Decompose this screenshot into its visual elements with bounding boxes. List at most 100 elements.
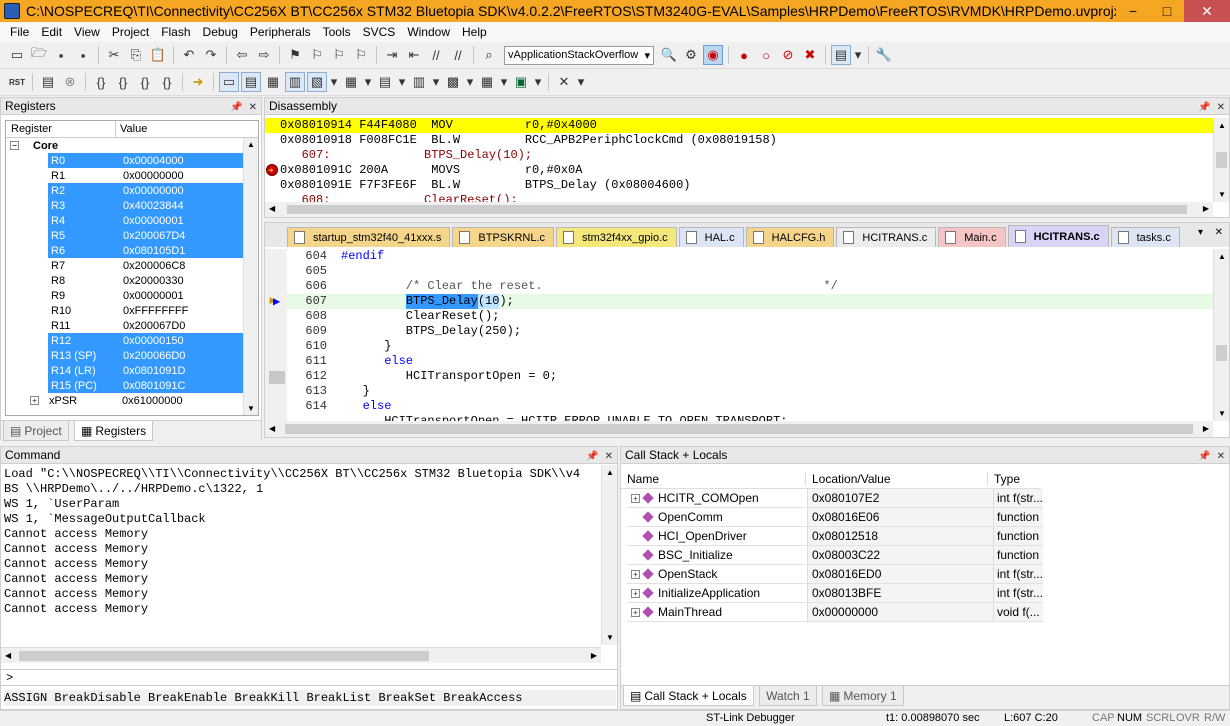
- command-hscrollbar[interactable]: ◀ ▶: [1, 647, 601, 663]
- pin-icon[interactable]: 📌: [230, 102, 242, 113]
- editor-vscrollbar[interactable]: ▲ ▼: [1213, 249, 1229, 421]
- register-row[interactable]: R2 0x00000000: [6, 183, 244, 198]
- register-value[interactable]: 0x00000000: [120, 183, 244, 198]
- menu-edit[interactable]: Edit: [35, 25, 68, 39]
- chevron-down-icon[interactable]: ▾: [329, 72, 339, 92]
- unindent-icon[interactable]: ⇤: [404, 45, 424, 65]
- close-icon[interactable]: ✕: [249, 102, 257, 113]
- system-viewer-icon[interactable]: ▣: [511, 72, 531, 92]
- disasm-line[interactable]: 0x0801091C 200A MOVS r0,#0x0A: [265, 163, 1213, 178]
- step-over-icon[interactable]: {}: [113, 72, 133, 92]
- expand-icon[interactable]: +: [631, 569, 640, 579]
- bookmark-clear-icon[interactable]: ⚐: [351, 45, 371, 65]
- callstack-function-name[interactable]: BSC_Initialize: [658, 548, 733, 562]
- column-name[interactable]: Name: [621, 472, 805, 486]
- callstack-row[interactable]: OpenComm 0x08016E06 function: [627, 508, 1043, 527]
- register-value[interactable]: 0x00000001: [120, 288, 244, 303]
- callstack-function-name[interactable]: OpenStack: [658, 567, 717, 581]
- menu-tools[interactable]: Tools: [317, 25, 357, 39]
- show-next-statement-icon[interactable]: ➜: [188, 72, 208, 92]
- tab-memory-1[interactable]: ▦ Memory 1: [822, 686, 904, 706]
- register-name[interactable]: R12: [48, 333, 120, 348]
- callstack-row[interactable]: HCI_OpenDriver 0x08012518 function: [627, 527, 1043, 546]
- callstack-function-name[interactable]: InitializeApplication: [658, 586, 760, 600]
- redo-icon[interactable]: ↷: [201, 45, 221, 65]
- disasm-line[interactable]: 0x0801091E F7F3FE6F BL.W BTPS_Delay (0x0…: [265, 178, 1213, 193]
- paste-icon[interactable]: 📋: [148, 45, 168, 65]
- save-all-icon[interactable]: ▪: [73, 45, 93, 65]
- incremental-find-icon[interactable]: ⚙: [681, 45, 701, 65]
- debug-session-icon[interactable]: ◉: [703, 45, 723, 65]
- editor-tab[interactable]: Main.c: [938, 227, 1006, 247]
- callstack-row[interactable]: + HCITR_COMOpen 0x080107E2 int f(str...: [627, 489, 1043, 508]
- register-name[interactable]: R5: [48, 228, 120, 243]
- new-file-icon[interactable]: ▭: [7, 45, 27, 65]
- disassembly-view[interactable]: 0x08010914 F44F4080 MOV r0,#0x4000 0x080…: [265, 118, 1213, 202]
- callstack-function-name[interactable]: HCI_OpenDriver: [658, 529, 747, 543]
- callstack-row[interactable]: BSC_Initialize 0x08003C22 function: [627, 546, 1043, 565]
- close-icon[interactable]: ✕: [605, 451, 613, 462]
- register-row[interactable]: R14 (LR) 0x0801091D: [6, 363, 244, 378]
- column-type[interactable]: Type: [987, 471, 1041, 486]
- serial-window-icon[interactable]: ▥: [409, 72, 429, 92]
- step-into-icon[interactable]: {}: [91, 72, 111, 92]
- menu-debug[interactable]: Debug: [197, 25, 244, 39]
- register-row[interactable]: R9 0x00000001: [6, 288, 244, 303]
- watch-window-icon[interactable]: ▦: [341, 72, 361, 92]
- registers-window-icon[interactable]: ▥: [285, 72, 305, 92]
- register-row[interactable]: R11 0x200067D0: [6, 318, 244, 333]
- editor-tab[interactable]: BTPSKRNL.c: [452, 227, 555, 247]
- pin-icon[interactable]: 📌: [1198, 451, 1210, 462]
- callstack-function-name[interactable]: HCITR_COMOpen: [658, 491, 759, 505]
- code-line[interactable]: 612 HCITransportOpen = 0;: [287, 369, 1213, 384]
- code-line[interactable]: 607 BTPS_Delay (10);: [287, 294, 1213, 309]
- bookmark-prev-icon[interactable]: ⚐: [307, 45, 327, 65]
- chevron-down-icon[interactable]: ▾: [363, 72, 373, 92]
- insert-breakpoint-icon[interactable]: ●: [734, 45, 754, 65]
- save-icon[interactable]: ▪: [51, 45, 71, 65]
- register-row[interactable]: R10 0xFFFFFFFF: [6, 303, 244, 318]
- column-location[interactable]: Location/Value: [805, 471, 987, 486]
- editor-tab[interactable]: HALCFG.h: [745, 227, 835, 247]
- chevron-down-icon[interactable]: ▾: [397, 72, 407, 92]
- menu-help[interactable]: Help: [456, 25, 493, 39]
- editor-tab[interactable]: HCITRANS.c: [836, 227, 937, 247]
- tab-project[interactable]: ▤ Project: [3, 421, 69, 441]
- register-row[interactable]: R15 (PC) 0x0801091C: [6, 378, 244, 393]
- register-row[interactable]: R6 0x080105D1: [6, 243, 244, 258]
- register-name[interactable]: R13 (SP): [48, 348, 120, 363]
- register-name[interactable]: R10: [48, 303, 120, 318]
- register-value[interactable]: 0x20000330: [120, 273, 244, 288]
- step-out-icon[interactable]: {}: [135, 72, 155, 92]
- chevron-down-icon[interactable]: ▾: [576, 72, 586, 92]
- code-line[interactable]: 610 }: [287, 339, 1213, 354]
- editor-tab[interactable]: stm32f4xx_gpio.c: [556, 227, 677, 247]
- register-value[interactable]: 0x00000001: [120, 213, 244, 228]
- tab-callstack-locals[interactable]: ▤ Call Stack + Locals: [623, 686, 754, 706]
- symbols-window-icon[interactable]: ▦: [263, 72, 283, 92]
- register-group-core[interactable]: Core: [33, 140, 58, 152]
- register-name[interactable]: R3: [48, 198, 120, 213]
- register-name[interactable]: R9: [48, 288, 120, 303]
- configure-icon[interactable]: 🔧: [874, 45, 894, 65]
- code-line[interactable]: 606 /* Clear the reset. */: [287, 279, 1213, 294]
- editor-tab[interactable]: HCITRANS.c: [1007, 225, 1109, 247]
- find-icon[interactable]: 🔍: [659, 45, 679, 65]
- function-combo[interactable]: vApplicationStackOverflow ▾: [504, 45, 654, 65]
- register-value[interactable]: 0x61000000: [122, 395, 183, 407]
- menu-view[interactable]: View: [68, 25, 106, 39]
- open-folder-icon[interactable]: 🗁: [29, 45, 49, 65]
- collapse-icon[interactable]: −: [10, 141, 19, 150]
- code-line[interactable]: 609 BTPS_Delay(250);: [287, 324, 1213, 339]
- uncomment-icon[interactable]: //: [448, 45, 468, 65]
- code-line[interactable]: 605: [287, 264, 1213, 279]
- stop-icon[interactable]: ⊗: [60, 72, 80, 92]
- code-line[interactable]: 608 ClearReset();: [287, 309, 1213, 324]
- tab-watch-1[interactable]: Watch 1: [759, 686, 817, 706]
- comment-icon[interactable]: //: [426, 45, 446, 65]
- cut-icon[interactable]: ✂: [104, 45, 124, 65]
- chevron-down-icon[interactable]: ▾: [853, 45, 863, 65]
- bookmark-icon[interactable]: ⚑: [285, 45, 305, 65]
- window-layout-icon[interactable]: ▤: [831, 45, 851, 65]
- register-row[interactable]: R4 0x00000001: [6, 213, 244, 228]
